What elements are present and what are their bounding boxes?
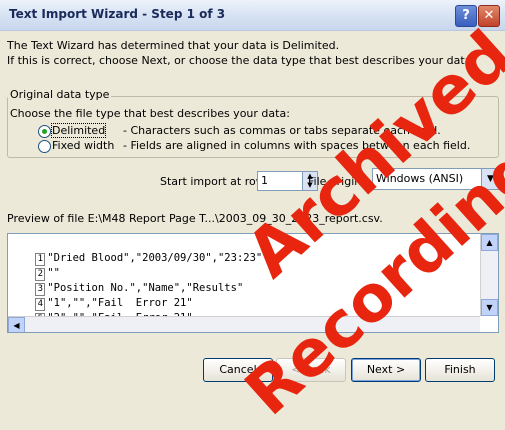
preview-row: 3 "Position No.","Name","Results"	[10, 269, 243, 296]
preview-row: 5"2","","Fail Error 21"	[10, 299, 193, 326]
help-button[interactable]: ?	[455, 5, 477, 27]
next-button[interactable]: Next >	[351, 358, 421, 382]
scroll-down-icon[interactable]: ▼	[481, 299, 498, 316]
close-button[interactable]: ✕	[478, 5, 500, 27]
preview-row-text: "Dried Blood","2003/09/30","23:23"	[47, 252, 263, 264]
fixed-width-radio[interactable]	[38, 140, 51, 153]
delimited-label[interactable]: Delimited	[50, 123, 107, 138]
preview-row: 1 "Dried Blood","2003/09/30","23:23"	[10, 239, 262, 266]
preview-pane[interactable]: 1 "Dried Blood","2003/09/30","23:23" 2 "" …	[7, 233, 499, 333]
window-title: Text Import Wizard - Step 1 of 3	[9, 7, 226, 21]
cancel-button[interactable]: Cancel	[203, 358, 273, 382]
intro-line-1: The Text Wizard has determined that your…	[7, 39, 340, 52]
fixed-width-label[interactable]: Fixed width	[52, 139, 114, 152]
horizontal-scrollbar[interactable]: ◀	[8, 316, 480, 332]
vertical-scrollbar[interactable]: ▲ ▼	[480, 234, 498, 316]
group-legend: Original data type	[8, 88, 112, 101]
delimited-radio[interactable]	[38, 125, 51, 138]
scroll-up-icon[interactable]: ▲	[481, 234, 498, 251]
title-bar: Text Import Wizard - Step 1 of 3 ? ✕	[0, 0, 505, 31]
file-type-prompt: Choose the file type that best describes…	[10, 107, 290, 120]
preview-row: 4 "1","","Fail Error 21"	[10, 284, 193, 311]
preview-row: 2 ""	[10, 254, 60, 281]
file-origin-value: Windows (ANSI)	[376, 172, 464, 185]
scroll-left-icon[interactable]: ◀	[8, 317, 25, 332]
file-origin-label: File origin:	[308, 175, 365, 188]
start-import-label: Start import at row:	[160, 175, 268, 188]
back-button[interactable]: < Back	[276, 358, 346, 382]
start-row-value: 1	[261, 174, 268, 187]
fixed-width-description: - Fields are aligned in columns with spa…	[123, 139, 471, 152]
file-origin-select[interactable]: Windows (ANSI) ▼	[372, 168, 500, 190]
intro-text: The Text Wizard has determined that your…	[7, 38, 475, 68]
dropdown-arrow-icon[interactable]: ▼	[481, 169, 499, 189]
intro-line-2: If this is correct, choose Next, or choo…	[7, 54, 475, 67]
delimited-description: - Characters such as commas or tabs sepa…	[123, 124, 441, 137]
preview-label: Preview of file E:\M48 Report Page T...\…	[7, 212, 383, 225]
finish-button[interactable]: Finish	[425, 358, 495, 382]
